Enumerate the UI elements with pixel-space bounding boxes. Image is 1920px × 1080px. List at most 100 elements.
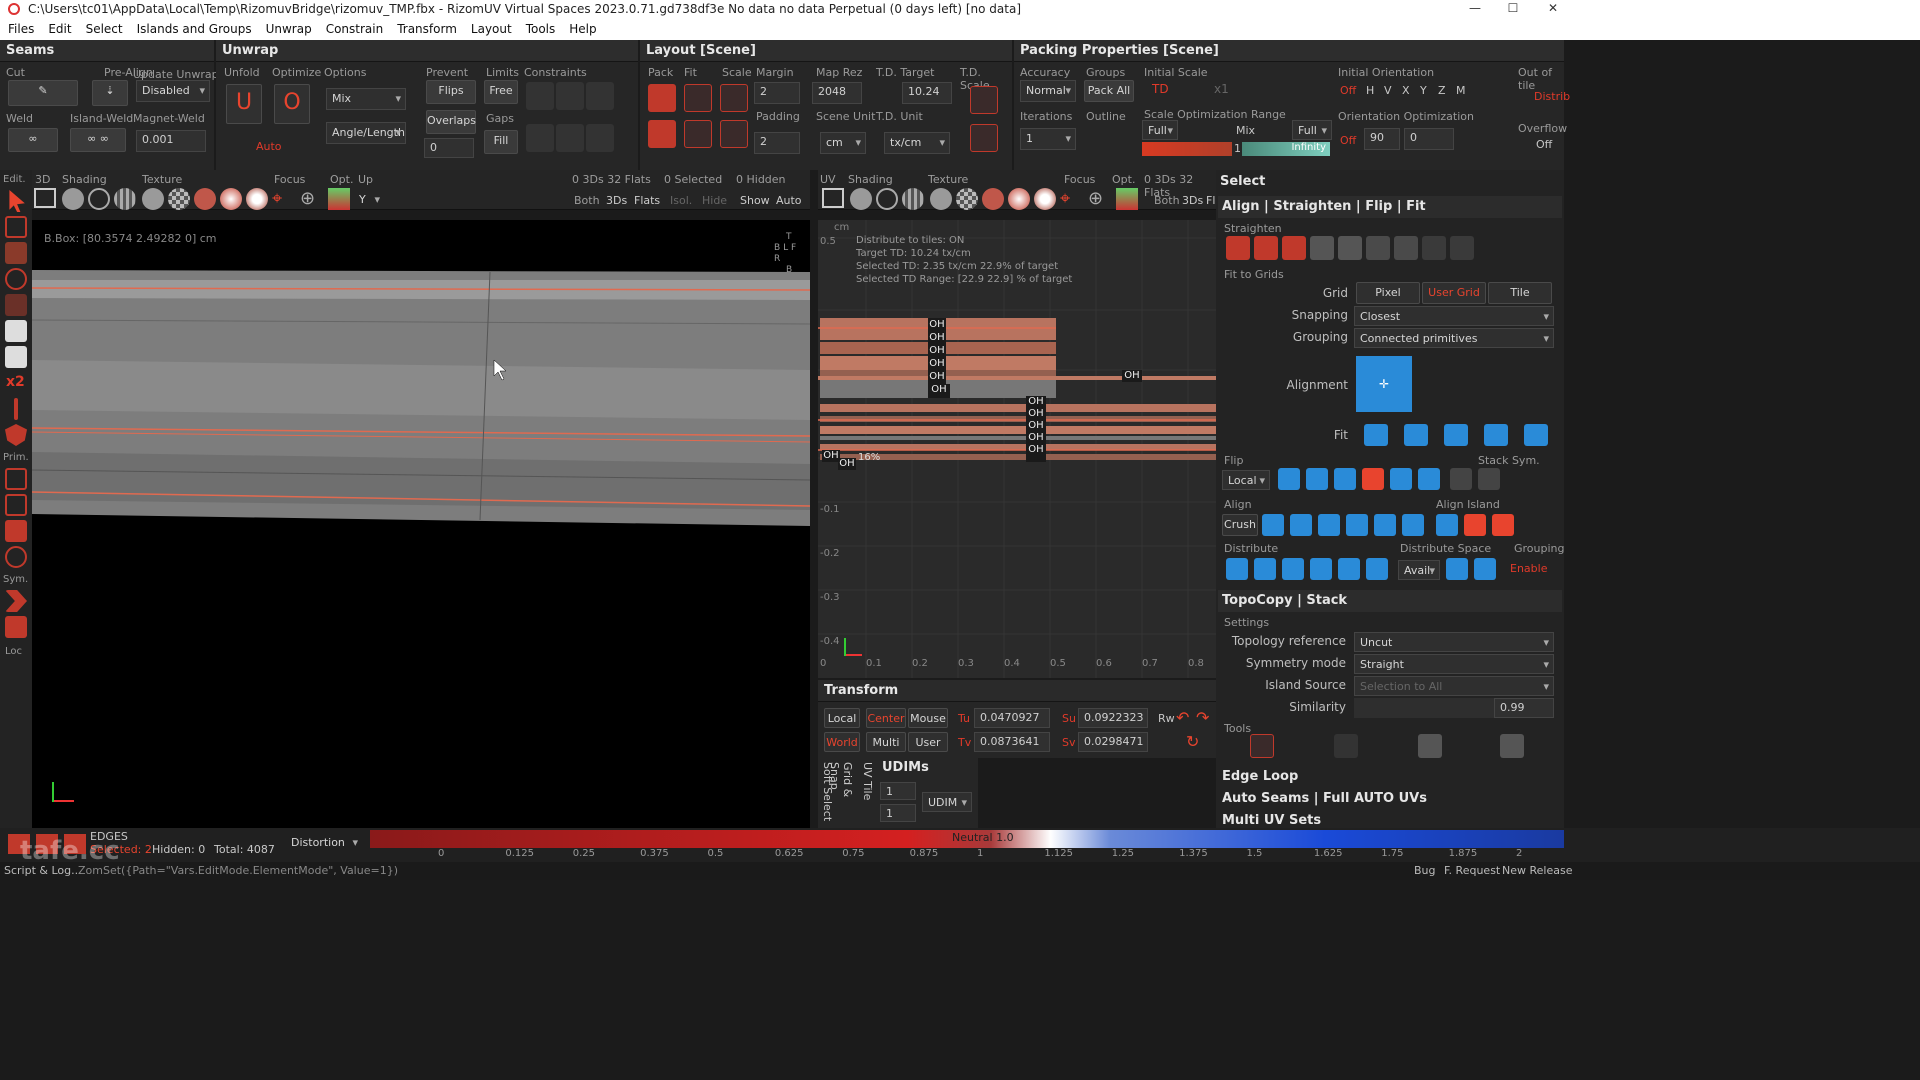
viewport-uv[interactable]: Distribute to tiles: ON Target TD: 10.24… [818, 220, 1216, 678]
distribute-right-icon[interactable] [1282, 558, 1304, 580]
pin-tool-icon[interactable] [14, 398, 18, 420]
update-unwrap-dropdown[interactable]: Disabled [136, 80, 210, 102]
cube-left[interactable]: L [783, 243, 788, 253]
opt-icon[interactable] [328, 188, 350, 210]
transform-user-button[interactable]: User [908, 732, 948, 752]
shading-wire-icon[interactable] [88, 188, 110, 210]
fill-select-icon[interactable] [5, 520, 27, 542]
uv-texture-stretch-icon[interactable] [982, 188, 1004, 210]
orientation-deg2-field[interactable]: 0 [1404, 128, 1454, 150]
grouping-enable-button[interactable]: Enable [1510, 562, 1547, 575]
uv-opt-icon[interactable] [1116, 188, 1138, 210]
lasso-select-icon[interactable] [5, 494, 27, 516]
cube-top[interactable]: T [786, 232, 792, 242]
grid-user-button[interactable]: User Grid [1422, 282, 1486, 304]
straighten-skew-icon[interactable] [1394, 236, 1418, 260]
orient-x[interactable]: X [1402, 84, 1410, 97]
overlaps-value[interactable]: 0 [424, 138, 474, 158]
tu-field[interactable]: 0.0470927 [974, 708, 1050, 728]
uv-3ds-button[interactable]: 3Ds [1182, 194, 1203, 207]
island-source-dropdown[interactable]: Selection to All [1354, 676, 1554, 697]
orientation-off-button[interactable]: Off [1340, 84, 1356, 97]
weld-button[interactable]: ∞ [8, 128, 58, 152]
transform-world-button[interactable]: World [824, 732, 860, 752]
shield-icon[interactable] [5, 424, 27, 446]
straighten-cross2-icon[interactable] [1450, 236, 1474, 260]
scale-opt-full-dropdown[interactable]: Full [1142, 120, 1178, 141]
uv-texture-custom-icon[interactable] [1034, 188, 1056, 210]
angle-length-dropdown[interactable]: Angle/Length [326, 122, 406, 144]
new-release-button[interactable]: New Release [1502, 864, 1572, 877]
fill-button[interactable]: Fill [484, 130, 518, 154]
multi-uv-sets-section[interactable]: Multi UV Sets [1218, 810, 1562, 828]
magnet-weld-value[interactable]: 0.001 [136, 130, 206, 152]
orient-y[interactable]: Y [1420, 84, 1427, 97]
auto-button[interactable]: Auto [256, 140, 282, 153]
uv-flats-button[interactable]: Flat [1206, 194, 1216, 207]
tv-field[interactable]: 0.0873641 [974, 732, 1050, 752]
orient-h[interactable]: H [1366, 84, 1374, 97]
distribute-top-icon[interactable] [1310, 558, 1332, 580]
horizontal-constraint-icon[interactable] [556, 82, 584, 110]
cube-back[interactable]: B [786, 265, 792, 275]
close-button[interactable]: ✕ [1530, 0, 1576, 18]
viewport-3d[interactable]: B.Box: [80.3574 2.49282 0] cm T B L F R … [32, 220, 810, 828]
accuracy-dropdown[interactable]: Normal [1020, 80, 1076, 102]
align-island-icon[interactable] [1436, 514, 1458, 536]
view3d-isol-button[interactable]: Isol. [670, 194, 692, 207]
vertical-constraint-icon[interactable] [556, 124, 584, 152]
td-unit-dropdown[interactable]: tx/cm [884, 132, 950, 154]
scale-icon[interactable] [720, 84, 748, 112]
island-weld-button[interactable]: ∞ ∞ [70, 128, 126, 152]
straighten-grid-icon[interactable] [1254, 236, 1278, 260]
pack-icon[interactable] [648, 84, 676, 112]
transform-local-button[interactable]: Local [824, 708, 860, 728]
su-field[interactable]: 0.0922323 [1078, 708, 1148, 728]
cut-button[interactable]: ✎ [8, 80, 78, 106]
transform-mouse-button[interactable]: Mouse [908, 708, 948, 728]
snapping-dropdown[interactable]: Closest [1354, 306, 1554, 327]
straighten-column-icon[interactable] [1366, 236, 1390, 260]
scene-unit-dropdown[interactable]: cm [820, 132, 866, 154]
margin-field[interactable]: 2 [754, 82, 800, 104]
rotate-ccw-icon[interactable]: ↶ [1176, 708, 1189, 727]
flips-button[interactable]: Flips [426, 80, 476, 104]
view-cube[interactable]: T B L F R B [774, 232, 804, 276]
fit-all-icon[interactable] [1364, 424, 1388, 446]
uv-texture-none-icon[interactable] [930, 188, 952, 210]
transform-multi-button[interactable]: Multi [866, 732, 906, 752]
pin-icon[interactable] [526, 82, 554, 110]
transform-center-button[interactable]: Center [866, 708, 906, 728]
texture-none-icon[interactable] [142, 188, 164, 210]
cube-right[interactable]: R [774, 254, 780, 264]
straighten-vertical-icon[interactable] [1282, 236, 1306, 260]
flip-space-dropdown[interactable]: Local [1222, 470, 1270, 491]
orient-v[interactable]: V [1384, 84, 1392, 97]
menu-transform[interactable]: Transform [397, 22, 457, 36]
distribute-space-v-icon[interactable] [1474, 558, 1496, 580]
scale-opt-mix[interactable]: Mix [1236, 124, 1255, 137]
grid-pixel-button[interactable]: Pixel [1356, 282, 1420, 304]
udim-mode-dropdown[interactable]: UDIM [922, 792, 972, 813]
align-island-h-icon[interactable] [1464, 514, 1486, 536]
optimize-button[interactable]: O [274, 84, 310, 124]
pre-align-button[interactable]: ⇣ [92, 80, 128, 106]
alignment-grid-widget[interactable]: ✛ [1356, 356, 1412, 412]
fit-center-icon[interactable] [1524, 424, 1548, 446]
distrib-button[interactable]: Distrib [1534, 90, 1570, 103]
td-scale-icon[interactable] [970, 86, 998, 114]
menu-files[interactable]: Files [8, 22, 34, 36]
cross-constraint-icon[interactable] [586, 124, 614, 152]
cube-front[interactable]: F [791, 243, 796, 253]
fit-stretch-icon[interactable] [1484, 424, 1508, 446]
texture-checker-icon[interactable] [168, 188, 190, 210]
uv-shading-wire-icon[interactable] [876, 188, 898, 210]
stack-sym-icon[interactable] [1450, 468, 1472, 490]
orientation-opt-off[interactable]: Off [1340, 134, 1356, 147]
pack-all-button[interactable]: Pack All [1084, 80, 1134, 102]
distribute-space-dropdown[interactable]: Avail. [1398, 560, 1440, 581]
topology-reference-dropdown[interactable]: Uncut [1354, 632, 1554, 653]
symmetry-icon[interactable] [5, 590, 27, 612]
menu-unwrap[interactable]: Unwrap [266, 22, 312, 36]
pack-selected-icon[interactable] [648, 120, 676, 148]
